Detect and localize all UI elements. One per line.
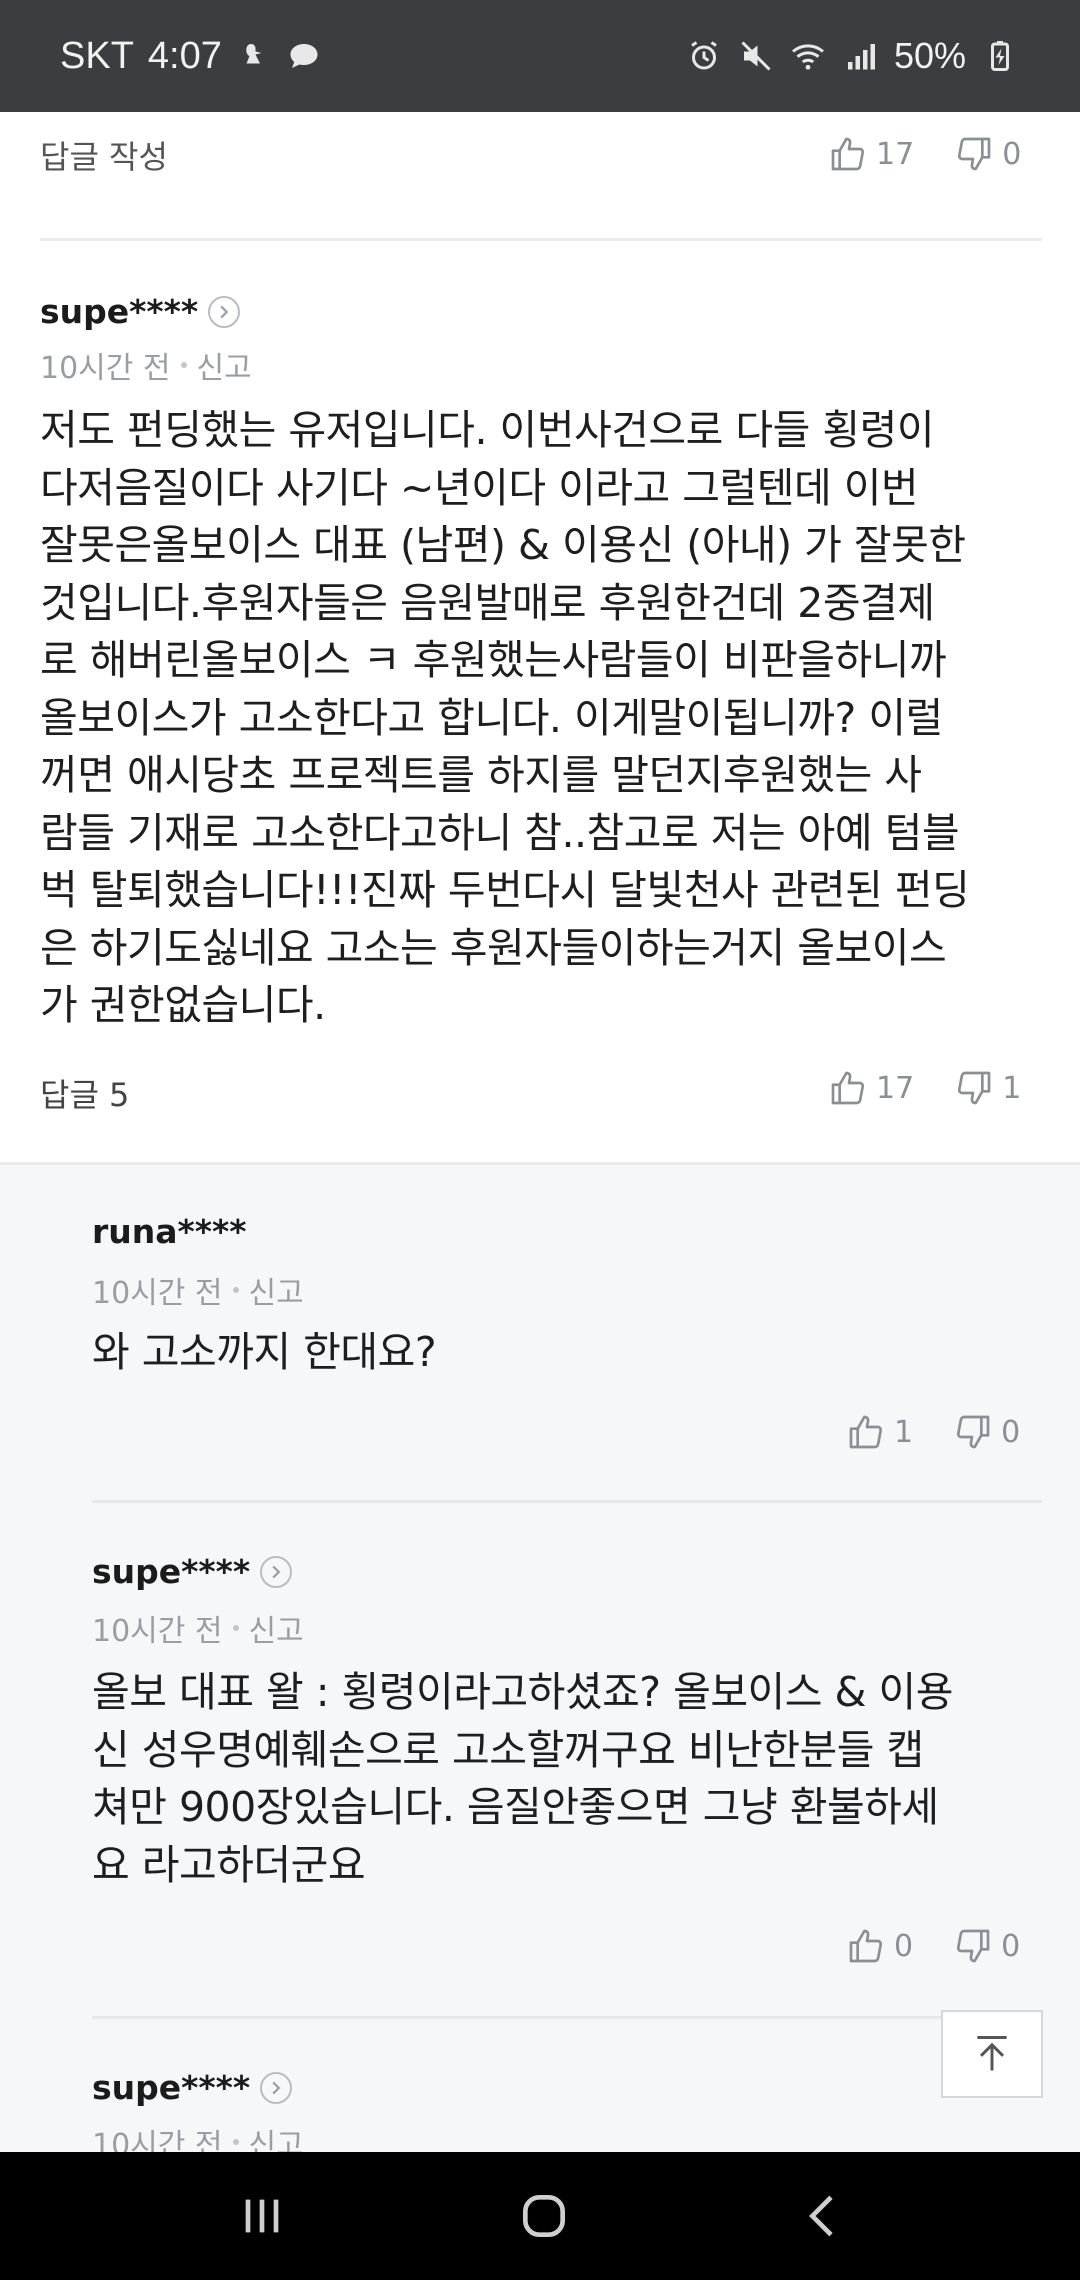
reply-meta: 10시간 전 신고 [92,1606,304,1650]
reply-username: supe**** [92,1552,251,1591]
reply-meta: 10시간 전 신고 [92,1268,304,1312]
like-count: 1 [894,1414,914,1450]
comment-username: supe**** [40,292,199,331]
dislike-count: 0 [1002,136,1022,172]
battery-percent: 50% [893,35,966,76]
thumbs-up-icon [831,137,865,171]
reply-time: 10시간 전 [92,1614,223,1649]
prev-comment-votes: 17 0 [828,132,1021,176]
comment-meta: 10시간 전 신고 [40,343,252,387]
dislike-count: 0 [1001,1928,1021,1964]
recent-apps-icon [245,2199,279,2233]
dislike-button[interactable]: 1 [954,1068,1021,1108]
comment-line: 로 해버린올보이스 ㅋ 후원했는사람들이 비판을하니까 [40,636,947,684]
wifi-icon [790,38,826,74]
like-button[interactable]: 17 [828,134,914,174]
chevron-right-icon[interactable] [208,295,241,328]
dislike-button[interactable]: 0 [953,1926,1020,1966]
like-button[interactable]: 0 [846,1926,913,1966]
scroll-top-button[interactable] [941,2010,1043,2098]
reply-line: 신 성우명예훼손으로 고소할꺼구요 비난한분들 캡 [92,1725,924,1774]
report-link[interactable]: 신고 [249,1268,304,1312]
recent-apps-button[interactable] [182,2152,342,2280]
home-button[interactable] [464,2152,624,2280]
back-icon [809,2195,833,2237]
navigation-bar [0,2152,1080,2280]
thumbs-down-icon [957,1415,990,1449]
comment-body: 저도 펀딩했는 유저입니다. 이번사건으로 다들 횡령이 다저음질이다 사기다 … [40,402,1050,1035]
comment-divider [40,238,1042,241]
separator-dot [232,1287,239,1293]
reply-votes: 0 0 [846,1924,1020,1968]
thumbs-down-icon [957,1929,990,1963]
back-button[interactable] [744,2152,904,2280]
like-button[interactable]: 17 [828,1068,914,1108]
like-count: 17 [876,1070,915,1106]
reply-author[interactable]: supe**** [92,1552,293,1591]
reply-body: 와 고소까지 한대요? [92,1324,1052,1382]
status-bar-left: SKT 4:07 [60,0,322,112]
comment-line: 벅 탈퇴했습니다!!!진짜 두번다시 달빛천사 관련된 펀딩 [40,866,970,914]
arrow-up-to-top-icon [977,2036,1007,2071]
status-bar: SKT 4:07 50% [0,0,1080,112]
comment-line: 잘못은올보이스 대표 (남편) & 이용신 (아내) 가 잘못한 [40,521,966,569]
comment-line: 다저음질이다 사기다 ~년이다 이라고 그럴텐데 이번 [40,463,919,512]
report-link[interactable]: 신고 [197,343,252,387]
reply-username: supe**** [92,2068,251,2107]
report-link[interactable]: 신고 [249,1606,304,1650]
comment-line: 은 하기도싫네요 고소는 후원자들이하는거지 올보이스 [40,923,947,972]
thumbs-down-icon [958,137,991,171]
status-bar-right: 50% [686,0,1018,112]
reply-divider [92,1500,1042,1503]
thumbs-down-icon [958,1071,991,1105]
reply-divider [92,2016,942,2019]
thumbs-up-icon [849,1929,883,1963]
separator-dot [180,362,187,368]
comment-line: 람들 기재로 고소한다고하니 참..참고로 저는 아예 텀블 [40,808,960,857]
reply-author[interactable]: runa**** [92,1212,247,1251]
like-count: 0 [894,1928,914,1964]
reply-body: 올보 대표 왈 : 횡령이라고하셨죠? 올보이스 & 이용 신 성우명예훼손으로… [92,1664,1052,1894]
thumbs-up-icon [849,1415,883,1449]
reply-line: 와 고소까지 한대요? [92,1328,437,1376]
reply-line: 쳐만 900장있습니다. 음질안좋으면 그냥 환불하세 [92,1783,939,1831]
comment-line: 것입니다.후원자들은 음원발매로 후원한건데 2중결제 [40,578,935,627]
separator-dot [232,2139,239,2145]
dislike-count: 1 [1002,1070,1022,1106]
comment-line: 저도 펀딩했는 유저입니다. 이번사건으로 다들 횡령이 [40,406,935,454]
separator-dot [232,1625,239,1631]
comment-line: 꺼면 애시당초 프로젝트를 하지를 말던지후원했는 사 [40,751,922,799]
reply-time: 10시간 전 [92,1276,223,1311]
chevron-right-icon[interactable] [260,1555,293,1588]
comment-time: 10시간 전 [40,351,171,386]
battery-charging-icon [982,38,1018,74]
notification-bubble-icon [286,38,322,74]
signal-icon [842,38,878,74]
main-comment-votes: 17 1 [828,1066,1021,1110]
carrier-label: SKT [60,34,134,77]
clock-time: 4:07 [147,34,222,77]
comment-line: 가 권한없습니다. [40,981,326,1029]
reply-line: 요 라고하더군요 [92,1840,366,1889]
reply-author[interactable]: supe**** [92,2068,293,2107]
thumbs-up-icon [831,1071,865,1105]
reply-username: runa**** [92,1212,247,1251]
reply-votes: 1 0 [846,1410,1020,1454]
like-button[interactable]: 1 [846,1412,913,1452]
comment-line: 올보이스가 고소한다고 합니다. 이게말이됩니까? 이럴 [40,693,943,742]
mute-icon [738,38,774,74]
like-count: 17 [876,136,915,172]
reply-line: 올보 대표 왈 : 횡령이라고하셨죠? 올보이스 & 이용 [92,1668,953,1716]
chevron-right-icon[interactable] [260,2071,293,2104]
dislike-button[interactable]: 0 [953,1412,1020,1452]
home-icon [523,2195,565,2237]
dislike-button[interactable]: 0 [954,134,1021,174]
dislike-count: 0 [1001,1414,1021,1450]
comment-author[interactable]: supe**** [40,292,241,331]
notification-bird-icon [236,38,272,74]
reply-count-button[interactable]: 답글 5 [40,1070,129,1116]
reply-write-link[interactable]: 답글 작성 [40,132,168,178]
alarm-icon [686,38,722,74]
